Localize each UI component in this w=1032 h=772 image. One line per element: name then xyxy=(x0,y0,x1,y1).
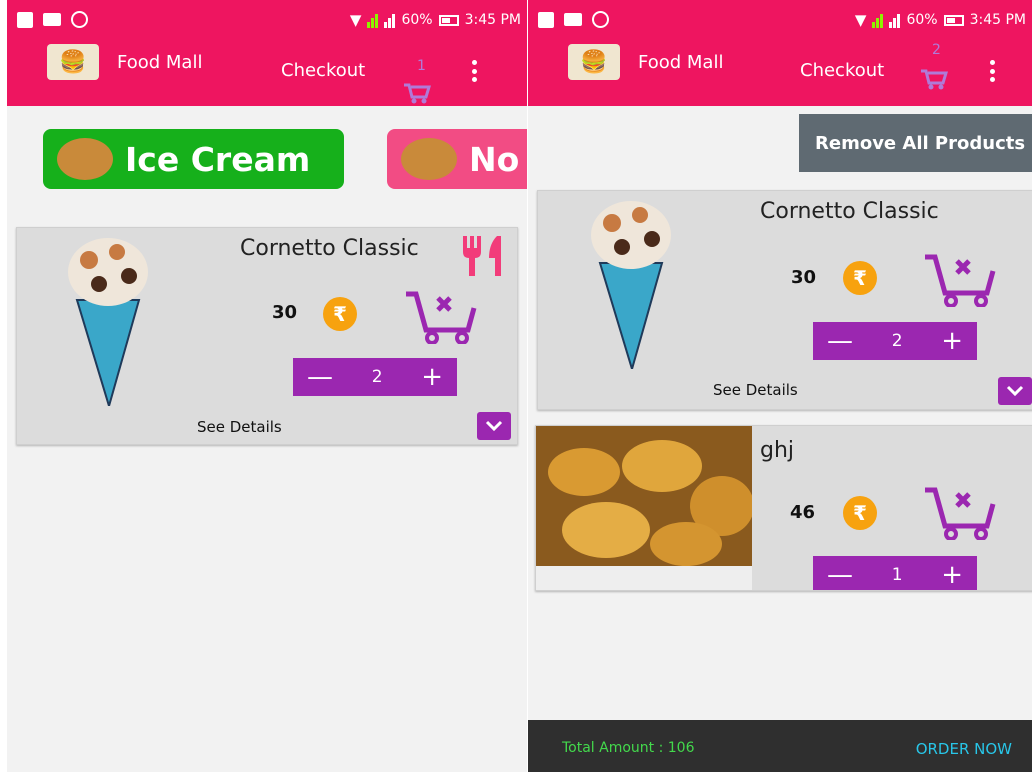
signal-icon xyxy=(889,12,901,28)
checkout-link[interactable]: Checkout xyxy=(281,60,365,81)
cart-icon[interactable] xyxy=(920,68,948,90)
clock: 3:45 PM xyxy=(464,12,521,28)
checkout-link[interactable]: Checkout xyxy=(800,60,884,81)
more-vert-icon[interactable] xyxy=(464,56,484,86)
category-thumbnail xyxy=(57,138,113,180)
decrement-button[interactable]: — xyxy=(827,328,853,354)
right-screen: ▼ 60% 3:45 PM 🍔 Food Mall Checkout 2 Rem… xyxy=(528,0,1032,772)
app-toolbar: 🍔 Food Mall Checkout 1 xyxy=(7,38,527,106)
facebook-icon xyxy=(538,11,554,28)
increment-button[interactable]: + xyxy=(421,364,443,390)
wifi-icon: ▼ xyxy=(349,11,362,29)
cart-footer: Total Amount : 106 ORDER NOW xyxy=(528,720,1032,772)
left-screen: ▼ 60% 3:45 PM 🍔 Food Mall Checkout 1 Ice… xyxy=(7,0,527,772)
quantity-stepper: — 2 + xyxy=(813,322,977,360)
quantity-value: 2 xyxy=(371,367,383,387)
cart-count-badge: 1 xyxy=(417,58,426,74)
facebook-icon xyxy=(17,11,33,28)
product-image-cornetto xyxy=(68,238,148,406)
battery-percent: 60% xyxy=(401,12,433,28)
battery-icon xyxy=(438,14,459,26)
app-toolbar: 🍔 Food Mall Checkout 2 xyxy=(528,38,1032,106)
remove-all-products-button[interactable]: Remove All Products xyxy=(799,114,1032,172)
decrement-button[interactable]: — xyxy=(827,562,853,588)
decrement-button[interactable]: — xyxy=(307,364,333,390)
product-card: Cornetto Classic 30 ₹ — 2 + See Details xyxy=(537,190,1032,410)
see-details-link[interactable]: See Details xyxy=(197,418,282,436)
app-logo: 🍔 xyxy=(568,44,620,80)
category-label: Ice Cream xyxy=(125,139,311,179)
whatsapp-icon xyxy=(71,11,88,28)
wifi-icon: ▼ xyxy=(854,11,867,29)
quantity-value: 1 xyxy=(891,565,903,585)
product-image-cornetto xyxy=(591,201,671,369)
category-thumbnail xyxy=(401,138,457,180)
battery-percent: 60% xyxy=(906,12,938,28)
increment-button[interactable]: + xyxy=(941,562,963,588)
total-amount: Total Amount : 106 xyxy=(562,740,695,756)
whatsapp-icon xyxy=(592,11,609,28)
product-name: ghj xyxy=(760,438,795,463)
category-ice-cream[interactable]: Ice Cream xyxy=(43,129,344,189)
cart-icon[interactable] xyxy=(403,82,431,104)
signal-icon xyxy=(384,12,396,28)
cart-count-badge: 2 xyxy=(932,42,941,58)
signal-icon xyxy=(872,12,884,28)
more-vert-icon[interactable] xyxy=(982,56,1002,86)
cart-remove-icon[interactable] xyxy=(923,253,997,307)
product-price: 46 xyxy=(790,502,816,523)
category-label: No xyxy=(469,139,520,179)
quantity-stepper: — 2 + xyxy=(293,358,457,396)
order-now-button[interactable]: ORDER NOW xyxy=(916,740,1012,758)
rupee-icon: ₹ xyxy=(843,261,877,295)
cutlery-icon xyxy=(463,236,501,276)
product-image-fried-snack xyxy=(536,426,752,590)
category-second[interactable]: No xyxy=(387,129,527,189)
chevron-down-icon[interactable] xyxy=(477,412,511,440)
status-bar: ▼ 60% 3:45 PM xyxy=(528,0,1032,38)
product-name: Cornetto Classic xyxy=(760,199,939,224)
quantity-value: 2 xyxy=(891,331,903,351)
status-bar: ▼ 60% 3:45 PM xyxy=(7,0,527,38)
increment-button[interactable]: + xyxy=(941,328,963,354)
mail-icon xyxy=(43,13,61,26)
cart-remove-icon[interactable] xyxy=(404,290,478,344)
app-title: Food Mall xyxy=(117,52,203,73)
rupee-icon: ₹ xyxy=(323,297,357,331)
chevron-down-icon[interactable] xyxy=(998,377,1032,405)
mail-icon xyxy=(564,13,582,26)
clock: 3:45 PM xyxy=(969,12,1026,28)
rupee-icon: ₹ xyxy=(843,496,877,530)
cart-remove-icon[interactable] xyxy=(923,486,997,540)
app-title: Food Mall xyxy=(638,52,724,73)
quantity-stepper: — 1 + xyxy=(813,556,977,590)
product-price: 30 xyxy=(272,302,298,323)
signal-icon xyxy=(367,12,379,28)
product-name: Cornetto Classic xyxy=(240,236,419,261)
product-card: ghj 46 ₹ — 1 + xyxy=(535,425,1032,591)
battery-icon xyxy=(943,14,964,26)
see-details-link[interactable]: See Details xyxy=(713,381,798,399)
app-logo: 🍔 xyxy=(47,44,99,80)
product-card: Cornetto Classic 30 ₹ — 2 + See Details xyxy=(16,227,518,445)
product-price: 30 xyxy=(791,267,817,288)
